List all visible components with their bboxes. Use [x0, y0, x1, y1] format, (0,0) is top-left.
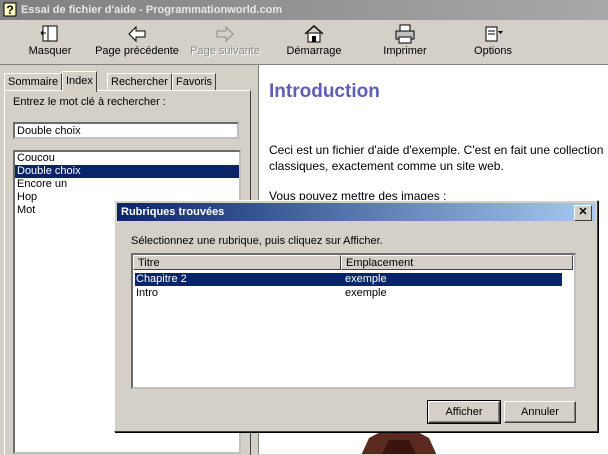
topic-image — [361, 430, 437, 454]
home-icon — [304, 24, 324, 43]
table-row[interactable]: Intro exemple — [135, 287, 562, 300]
home-button[interactable]: Démarrage — [284, 22, 344, 62]
tab-search[interactable]: Rechercher — [107, 73, 172, 91]
home-button-label: Démarrage — [286, 45, 342, 57]
row-title: Chapitre 2 — [136, 273, 187, 285]
list-item[interactable]: Coucou — [15, 152, 239, 165]
forward-button-label: Page suivante — [190, 45, 260, 57]
keyword-input[interactable]: Double choix — [13, 122, 239, 139]
dialog-prompt: Sélectionnez une rubrique, puis cliquez … — [131, 235, 383, 247]
printer-icon — [395, 24, 415, 44]
back-button-label: Page précédente — [95, 45, 179, 57]
display-button[interactable]: Afficher — [427, 400, 501, 424]
tab-favorites[interactable]: Favoris — [172, 73, 217, 91]
table-row-selected[interactable]: Chapitre 2 exemple — [135, 273, 562, 286]
row-location: exemple — [345, 273, 387, 285]
hide-pane-icon — [40, 25, 58, 42]
topics-found-dialog: Rubriques trouvées ✕ Sélectionnez une ru… — [114, 200, 598, 432]
window-title: Essai de fichier d'aide - Programmationw… — [21, 4, 283, 16]
dialog-title-bar[interactable]: Rubriques trouvées ✕ — [117, 203, 595, 221]
row-title: Intro — [136, 287, 159, 299]
row-location: exemple — [345, 287, 387, 299]
forward-arrow-icon — [216, 25, 234, 43]
toolbar: Masquer Page précédente Page suivante Dé… — [0, 20, 608, 65]
column-header-title[interactable]: Titre — [133, 255, 341, 270]
keyword-label: Entrez le mot clé à rechercher : — [13, 96, 166, 108]
close-button[interactable]: ✕ — [574, 205, 592, 221]
hide-button[interactable]: Masquer — [22, 22, 78, 62]
hide-button-label: Masquer — [28, 45, 72, 57]
topic-heading: Introduction — [269, 81, 380, 102]
tab-index[interactable]: Index — [62, 71, 97, 92]
list-item-selected[interactable]: Double choix — [15, 165, 239, 178]
topic-paragraph-line: classiques, exactement comme un site web… — [269, 159, 504, 173]
help-question-icon: ? — [3, 2, 17, 17]
print-button-label: Imprimer — [383, 45, 427, 57]
window-title-bar[interactable]: ? Essai de fichier d'aide - Programmatio… — [0, 0, 608, 20]
list-item[interactable]: Encore un — [15, 178, 239, 191]
column-header-location[interactable]: Emplacement — [341, 255, 573, 270]
close-icon: ✕ — [578, 206, 588, 218]
print-button[interactable]: Imprimer — [380, 22, 430, 62]
options-button-label: Options — [474, 45, 512, 57]
forward-button[interactable]: Page suivante — [188, 22, 262, 62]
back-button[interactable]: Page précédente — [92, 22, 182, 62]
options-button[interactable]: Options — [470, 22, 516, 62]
tab-contents[interactable]: Sommaire — [4, 73, 63, 91]
back-arrow-icon — [128, 25, 146, 43]
topic-paragraph-line: Ceci est un fichier d'aide d'exemple. C'… — [269, 143, 604, 157]
topics-list[interactable]: Titre Emplacement Chapitre 2 exemple Int… — [131, 253, 576, 389]
svg-text:?: ? — [6, 3, 13, 17]
dialog-title: Rubriques trouvées — [121, 206, 225, 218]
options-icon — [485, 26, 503, 42]
cancel-button[interactable]: Annuler — [504, 401, 576, 423]
